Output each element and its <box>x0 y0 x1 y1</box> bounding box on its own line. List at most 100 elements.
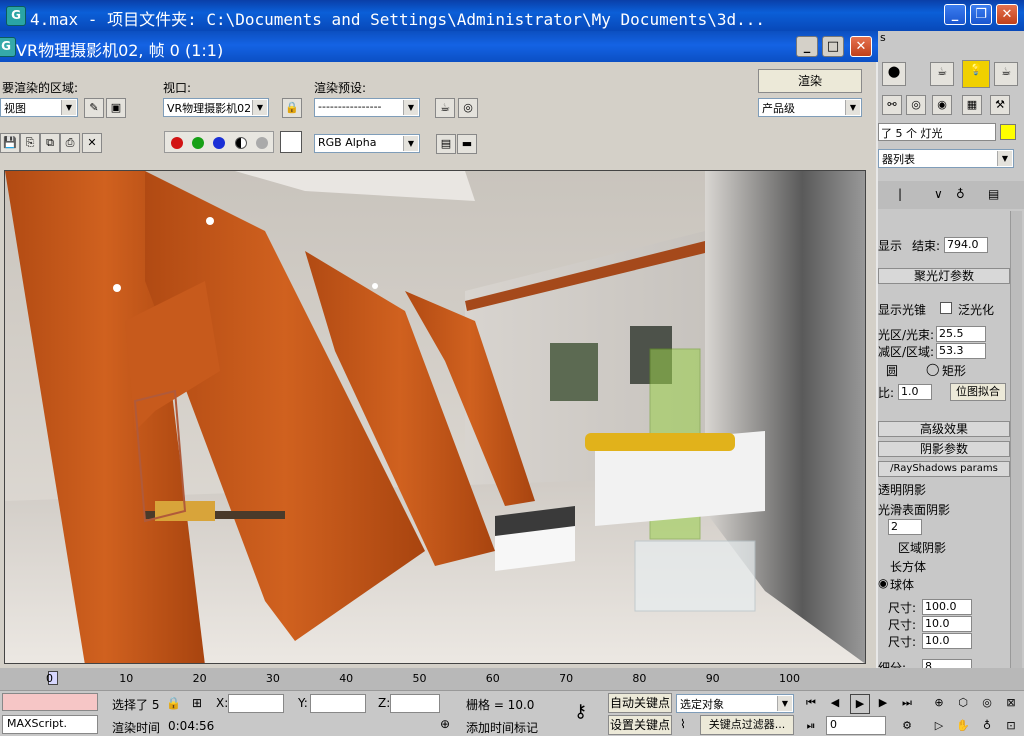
minimize-button[interactable]: _ <box>944 4 966 25</box>
add-time-tag[interactable]: 添加时间标记 <box>466 719 538 736</box>
play-icon[interactable]: ▶ <box>850 694 870 714</box>
key-mode-icon[interactable]: ⏯ <box>802 717 820 735</box>
auto-key-button[interactable]: 自动关键点 <box>608 693 672 713</box>
circle-option[interactable]: 圆 <box>886 362 898 379</box>
zoom-icon[interactable]: ⊕ <box>930 694 948 712</box>
maxscript-listener-pink[interactable] <box>2 693 98 711</box>
display-toggle-icon[interactable]: ▤ <box>436 134 456 154</box>
clear-icon[interactable]: ✕ <box>82 133 102 153</box>
shadow-params-rollout[interactable]: 阴影参数 <box>878 441 1010 457</box>
hammer-icon[interactable]: ⚒ <box>990 95 1010 115</box>
zoom-all-icon[interactable]: ⬡ <box>954 694 972 712</box>
config-sets-icon[interactable]: ▤ <box>988 187 999 201</box>
time-tag-icon[interactable]: ⊕ <box>440 717 450 731</box>
close-button[interactable]: ✕ <box>996 4 1018 25</box>
time-config-icon[interactable]: ⚙ <box>898 717 916 735</box>
red-channel-icon[interactable] <box>171 137 183 149</box>
blue-channel-icon[interactable] <box>213 137 225 149</box>
rect-radio-icon[interactable]: ◯ <box>926 362 939 376</box>
geometry-icon[interactable]: ⬤ <box>882 62 906 86</box>
maximize-button[interactable]: ❐ <box>970 4 992 25</box>
spotlight-params-rollout[interactable]: 聚光灯参数 <box>878 268 1010 284</box>
channel-dropdown[interactable]: RGB Alpha ▼ <box>314 134 420 153</box>
overshoot-checkbox[interactable] <box>940 302 952 314</box>
lights-tab-icon[interactable]: 💡 <box>962 60 990 88</box>
v-size-spinner[interactable]: 10.0 <box>922 616 972 632</box>
sphere-radio-icon[interactable]: ◉ <box>878 576 888 590</box>
fov-icon[interactable]: ▷ <box>930 717 948 735</box>
selection-name-field[interactable]: 了 5 个 灯光 <box>878 123 996 141</box>
goto-end-icon[interactable]: ⏭ <box>898 694 916 712</box>
object-color-swatch[interactable] <box>1000 124 1016 140</box>
x-coordinate-field[interactable] <box>228 694 284 713</box>
pan-hand-icon[interactable]: ✋ <box>954 717 972 735</box>
render-preset-dropdown[interactable]: ---------------- ▼ <box>314 98 420 117</box>
curve-icon[interactable]: ⌇ <box>680 717 686 731</box>
next-frame-icon[interactable]: ▶ <box>874 694 892 712</box>
helpers-icon[interactable]: ☕ <box>994 62 1018 86</box>
modifier-list-dropdown[interactable]: 器列表 ▼ <box>878 149 1014 168</box>
clone-window-icon[interactable]: ⧉ <box>40 133 60 153</box>
prev-frame-icon[interactable]: ◀ <box>826 694 844 712</box>
pin-stack-icon[interactable]: | <box>898 187 902 201</box>
key-filters-button[interactable]: 关键点过滤器... <box>700 715 794 735</box>
sphere-option[interactable]: 球体 <box>890 576 914 593</box>
maxscript-listener[interactable]: MAXScript. <box>2 715 98 734</box>
auto-region-icon[interactable]: ▣ <box>106 98 126 118</box>
render-area-dropdown[interactable]: 视图 ▼ <box>0 98 78 117</box>
zoom-extents-icon[interactable]: ⊠ <box>1002 694 1020 712</box>
box-option[interactable]: 长方体 <box>890 558 926 575</box>
key-mode-dropdown[interactable]: 选定对象 ▼ <box>676 694 794 713</box>
lock-icon[interactable]: 🔒 <box>282 98 302 118</box>
falloff-spinner[interactable]: 53.3 <box>936 343 986 359</box>
render-setup-icon[interactable]: ☕ <box>435 98 455 118</box>
current-frame-field[interactable]: 0 <box>826 716 886 735</box>
edit-region-icon[interactable]: ✎ <box>84 98 104 118</box>
rw-close-button[interactable]: ✕ <box>850 36 872 57</box>
area-shadow-label: 区域阴影 <box>898 541 947 555</box>
color-swatch[interactable] <box>280 131 302 153</box>
set-key-button[interactable]: 设置关键点 <box>608 715 672 735</box>
copy-image-icon[interactable]: ⎘ <box>20 133 40 153</box>
absolute-mode-icon[interactable]: ⊞ <box>192 696 202 710</box>
u-size-spinner[interactable]: 100.0 <box>922 599 972 615</box>
advanced-effects-rollout[interactable]: 高级效果 <box>878 421 1010 437</box>
save-image-icon[interactable]: 💾 <box>0 133 20 153</box>
green-channel-icon[interactable] <box>192 137 204 149</box>
motion-icon[interactable]: ◎ <box>906 95 926 115</box>
panel-scrollbar[interactable] <box>1010 211 1022 671</box>
utility-icon[interactable]: ▦ <box>962 95 982 115</box>
rectangle-option[interactable]: 矩形 <box>942 362 966 379</box>
aspect-spinner[interactable]: 1.0 <box>898 384 932 400</box>
timeline-track[interactable]: 0 10 20 30 40 50 60 70 80 90 100 <box>0 668 1024 690</box>
hotspot-spinner[interactable]: 25.5 <box>936 326 986 342</box>
arc-rotate-icon[interactable]: ♁ <box>978 717 996 735</box>
alpha-channel-icon[interactable] <box>235 137 247 149</box>
w-size-spinner[interactable]: 10.0 <box>922 633 972 649</box>
make-unique-icon[interactable]: ♁ <box>956 187 965 201</box>
quality-dropdown[interactable]: 产品级 ▼ <box>758 98 862 117</box>
bitmap-fit-button[interactable]: 位图拟合 <box>950 383 1006 401</box>
display-icon[interactable]: ◉ <box>932 95 952 115</box>
hierarchy-icon[interactable]: ⚯ <box>882 95 902 115</box>
show-result-icon[interactable]: ∨ <box>934 187 943 201</box>
rw-minimize-button[interactable]: _ <box>796 36 818 57</box>
key-icon[interactable]: ⚷ <box>574 701 587 722</box>
bias-spinner[interactable]: 2 <box>888 519 922 535</box>
environment-icon[interactable]: ◎ <box>458 98 478 118</box>
maximize-viewport-icon[interactable]: ⊡ <box>1002 717 1020 735</box>
teapot-icon[interactable]: ☕ <box>930 62 954 86</box>
vray-shadows-rollout[interactable]: /RayShadows params <box>878 461 1010 477</box>
print-icon[interactable]: ⎙ <box>60 133 80 153</box>
mono-channel-icon[interactable] <box>256 137 268 149</box>
z-coordinate-field[interactable] <box>390 694 440 713</box>
viewport-dropdown[interactable]: VR物理摄影机02 ▼ <box>163 98 269 117</box>
y-coordinate-field[interactable] <box>310 694 366 713</box>
goto-start-icon[interactable]: ⏮ <box>802 694 820 712</box>
end-spinner[interactable]: 794.0 <box>944 237 988 253</box>
fullscreen-toggle-icon[interactable]: ▬ <box>457 134 477 154</box>
orbit-icon[interactable]: ◎ <box>978 694 996 712</box>
selection-lock-icon[interactable]: 🔒 <box>166 696 181 710</box>
render-button[interactable]: 渲染 <box>758 69 862 93</box>
rw-maximize-button[interactable]: □ <box>822 36 844 57</box>
